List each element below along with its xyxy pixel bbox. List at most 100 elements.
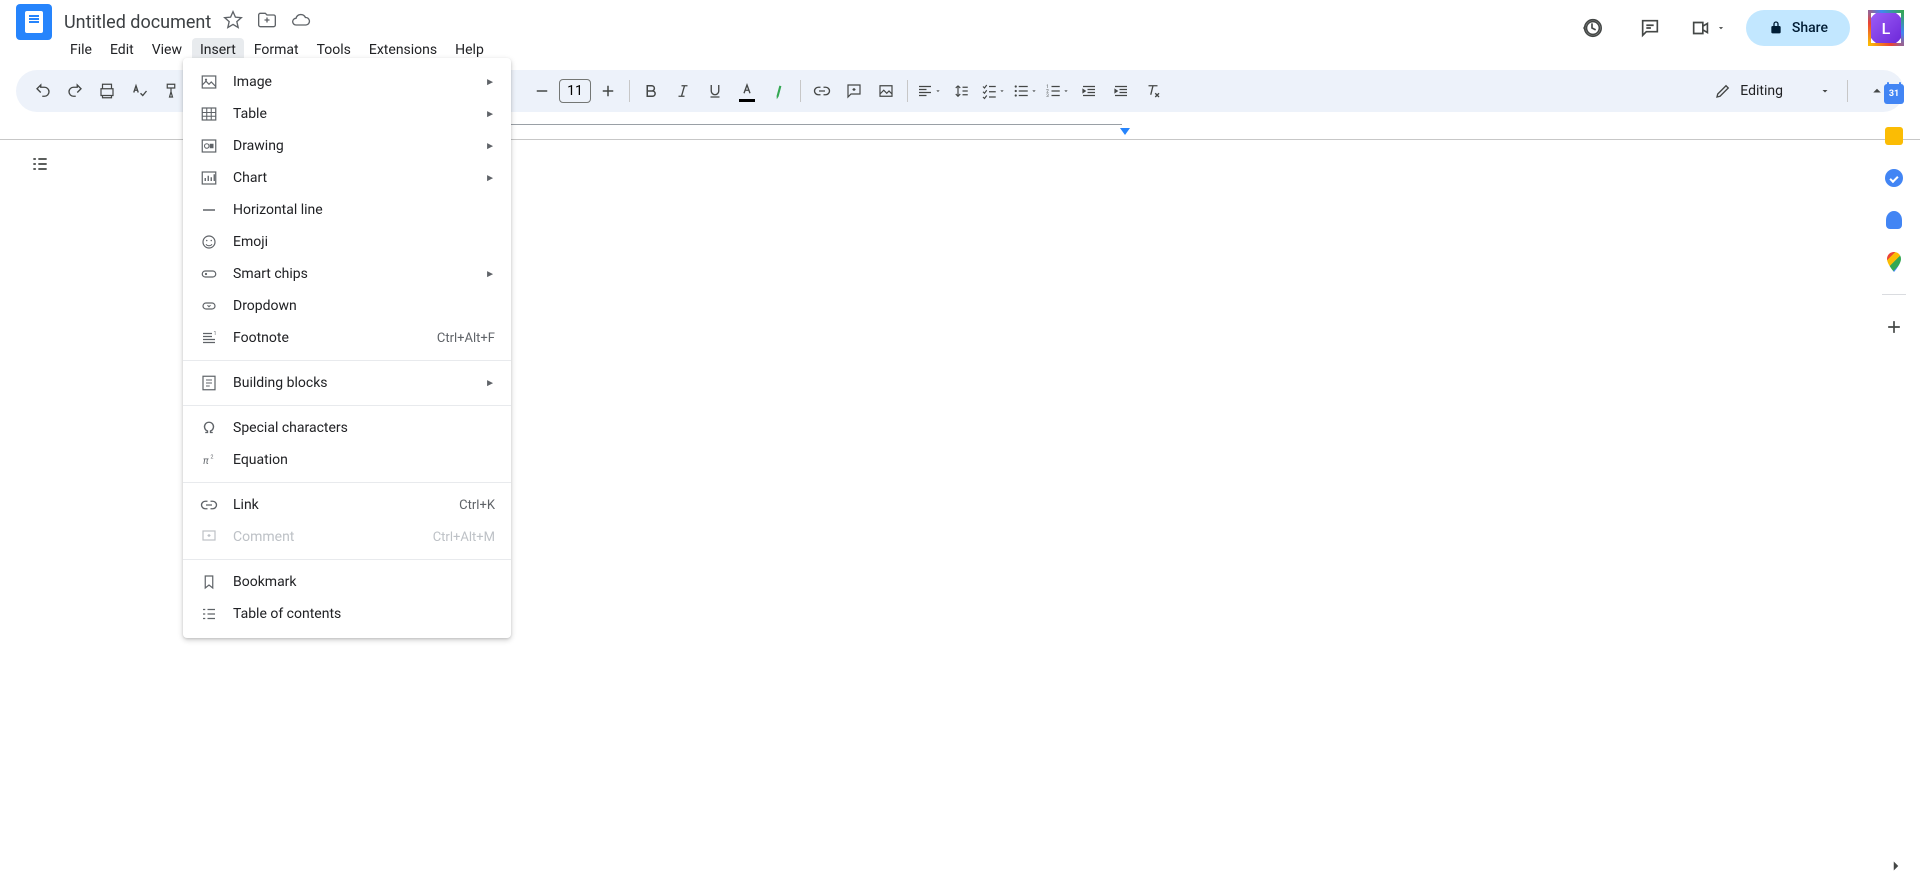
side-panel: 31 [1868,70,1920,337]
insert-menu-item-image[interactable]: Image► [183,66,511,98]
chart-icon [199,168,219,188]
equation-icon: π2 [199,450,219,470]
side-panel-separator [1882,294,1906,295]
menu-item-label: Table [233,106,485,122]
insert-image-button[interactable] [871,76,901,106]
editing-mode-label: Editing [1740,83,1783,99]
menu-item-label: Dropdown [233,298,495,314]
underline-button[interactable] [700,76,730,106]
toolbar-separator [629,80,630,102]
print-button[interactable] [92,76,122,106]
insert-menu-item-footnote[interactable]: 1 FootnoteCtrl+Alt+F [183,322,511,354]
menu-edit[interactable]: Edit [102,38,142,62]
insert-menu-item-table[interactable]: Table► [183,98,511,130]
align-button[interactable] [914,76,944,106]
svg-text:1: 1 [214,331,217,337]
omega-icon [199,418,219,438]
clear-formatting-button[interactable] [1138,76,1168,106]
menu-item-label: Footnote [233,330,437,346]
menu-separator [183,559,511,560]
svg-text:3: 3 [1046,93,1049,99]
cloud-status-icon[interactable] [291,10,311,34]
toolbar-separator [800,80,801,102]
insert-menu-item-link[interactable]: LinkCtrl+K [183,489,511,521]
toc-icon [199,604,219,624]
numbered-list-button[interactable]: 123 [1042,76,1072,106]
insert-menu-item-special-characters[interactable]: Special characters [183,412,511,444]
insert-menu-dropdown: Image►Table►Drawing►Chart►Horizontal lin… [183,58,511,638]
history-icon[interactable] [1572,8,1612,48]
ruler-right-indent-marker[interactable] [1120,128,1130,135]
text-color-button[interactable] [732,76,762,106]
menu-item-label: Table of contents [233,606,495,622]
toolbar-separator [1847,80,1848,102]
insert-menu-item-table-of-contents[interactable]: Table of contents [183,598,511,630]
menu-item-label: Drawing [233,138,485,154]
menu-item-shortcut: Ctrl+Alt+F [437,331,495,346]
line-spacing-button[interactable] [946,76,976,106]
ruler-line [510,124,1122,125]
indent-increase-button[interactable] [1106,76,1136,106]
menu-item-label: Building blocks [233,375,485,391]
menu-item-label: Comment [233,529,433,545]
dropdown-icon [199,296,219,316]
contacts-icon[interactable] [1884,210,1904,230]
tasks-icon[interactable] [1884,168,1904,188]
maps-icon[interactable] [1884,252,1904,272]
highlight-button[interactable] [764,76,794,106]
insert-menu-item-chart[interactable]: Chart► [183,162,511,194]
submenu-arrow-icon: ► [485,141,495,152]
insert-menu-item-building-blocks[interactable]: Building blocks► [183,367,511,399]
insert-link-button[interactable] [807,76,837,106]
insert-menu-item-horizontal-line[interactable]: Horizontal line [183,194,511,226]
paint-format-button[interactable] [156,76,186,106]
submenu-arrow-icon: ► [485,269,495,280]
insert-menu-item-bookmark[interactable]: Bookmark [183,566,511,598]
star-icon[interactable] [223,10,243,34]
bold-button[interactable] [636,76,666,106]
hline-icon [199,200,219,220]
document-title[interactable]: Untitled document [64,12,211,33]
submenu-arrow-icon: ► [485,378,495,389]
add-comment-button[interactable] [839,76,869,106]
undo-button[interactable] [28,76,58,106]
menu-file[interactable]: File [62,38,100,62]
insert-menu-item-smart-chips[interactable]: Smart chips► [183,258,511,290]
insert-menu-item-emoji[interactable]: Emoji [183,226,511,258]
menu-item-label: Link [233,497,459,513]
menu-item-label: Horizontal line [233,202,495,218]
comments-icon[interactable] [1630,8,1670,48]
insert-menu-item-drawing[interactable]: Drawing► [183,130,511,162]
font-size-decrease[interactable] [527,76,557,106]
indent-decrease-button[interactable] [1074,76,1104,106]
italic-button[interactable] [668,76,698,106]
font-size-increase[interactable] [593,76,623,106]
meet-button[interactable] [1688,8,1728,48]
menu-item-shortcut: Ctrl+Alt+M [433,530,495,545]
editing-mode-button[interactable]: Editing [1704,78,1841,104]
share-label: Share [1792,20,1828,36]
comment-icon [199,527,219,547]
image-icon [199,72,219,92]
font-size-input[interactable] [559,79,591,103]
side-panel-expand-button[interactable] [1880,850,1912,882]
insert-menu-item-equation[interactable]: π2Equation [183,444,511,476]
docs-logo[interactable] [16,4,52,40]
checklist-button[interactable] [978,76,1008,106]
account-avatar[interactable]: L [1868,10,1904,46]
redo-button[interactable] [60,76,90,106]
keep-icon[interactable] [1884,126,1904,146]
menu-item-label: Smart chips [233,266,485,282]
document-outline-button[interactable] [24,148,56,180]
bullet-list-button[interactable] [1010,76,1040,106]
move-icon[interactable] [257,10,277,34]
footnote-icon: 1 [199,328,219,348]
insert-menu-item-comment: CommentCtrl+Alt+M [183,521,511,553]
calendar-icon[interactable]: 31 [1884,84,1904,104]
insert-menu-item-dropdown[interactable]: Dropdown [183,290,511,322]
share-button[interactable]: Share [1746,10,1850,46]
submenu-arrow-icon: ► [485,77,495,88]
chips-icon [199,264,219,284]
spellcheck-button[interactable] [124,76,154,106]
addons-plus-icon[interactable] [1884,317,1904,337]
